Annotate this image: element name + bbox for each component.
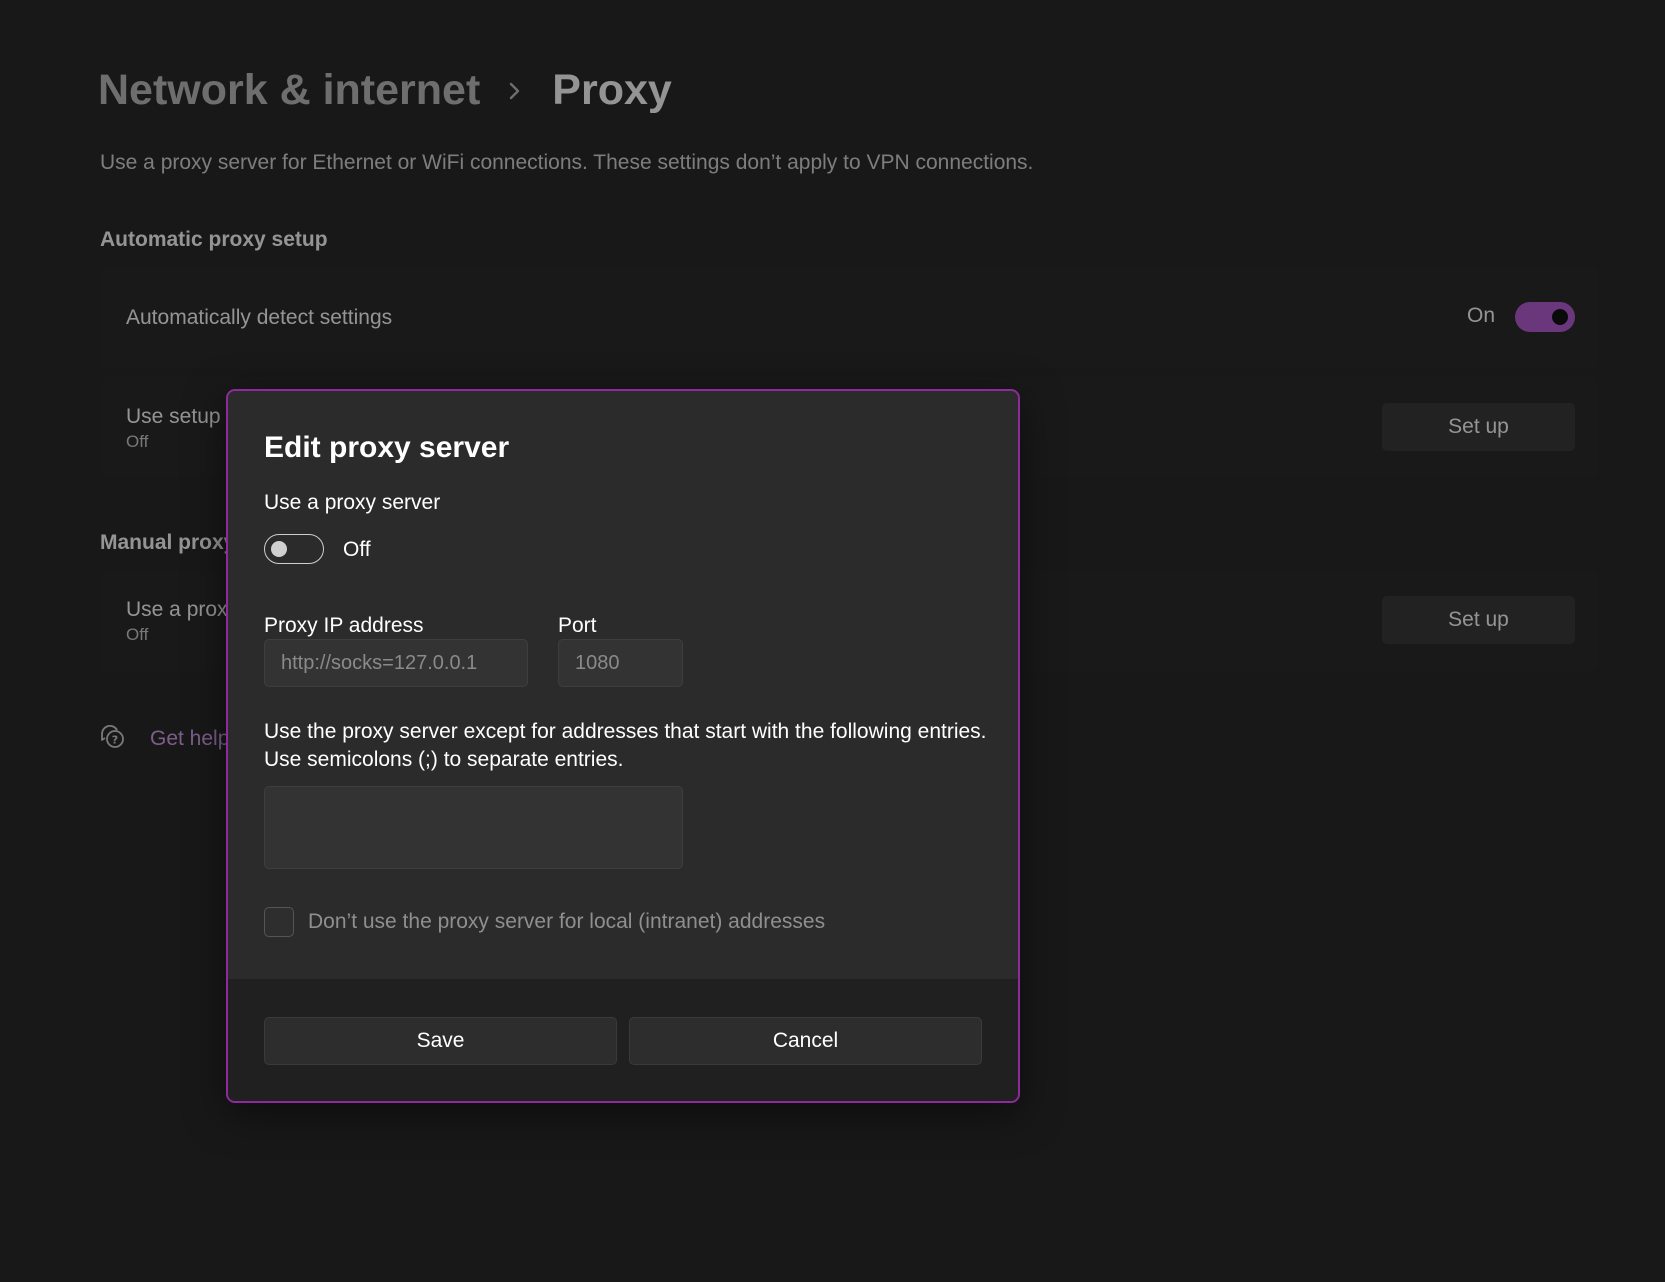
use-proxy-state: Off xyxy=(343,538,371,561)
dialog-title: Edit proxy server xyxy=(264,431,510,464)
page-description: Use a proxy server for Ethernet or WiFi … xyxy=(100,151,1034,174)
exceptions-description-line1: Use the proxy server except for addresse… xyxy=(264,720,987,743)
manual-proxy-title: Use a proxy xyxy=(126,598,239,621)
auto-detect-title: Automatically detect settings xyxy=(126,306,393,329)
auto-detect-state: On xyxy=(1466,304,1495,327)
manual-proxy-status: Off xyxy=(126,625,149,644)
use-proxy-label: Use a proxy server xyxy=(264,491,441,514)
chevron-right-icon xyxy=(508,81,522,101)
setup-script-title: Use setup s xyxy=(126,405,237,428)
section-title-manual: Manual proxy xyxy=(100,531,236,554)
exceptions-description-line2: Use semicolons (;) to separate entries. xyxy=(264,748,624,771)
exceptions-input[interactable] xyxy=(264,786,683,869)
use-proxy-toggle[interactable] xyxy=(264,534,324,564)
proxy-ip-input[interactable] xyxy=(264,639,528,687)
help-chat-icon: ? xyxy=(98,722,126,755)
svg-text:?: ? xyxy=(112,734,118,747)
get-help-label: Get help xyxy=(150,726,230,750)
auto-detect-card: Automatically detect settings On xyxy=(101,267,1598,368)
page-title: Proxy xyxy=(552,66,672,114)
toggle-knob xyxy=(1552,309,1568,325)
local-addresses-label: Don’t use the proxy server for local (in… xyxy=(308,910,826,933)
dialog-footer: Save Cancel xyxy=(228,979,1018,1101)
setup-script-button[interactable]: Set up xyxy=(1382,403,1575,451)
proxy-ip-label: Proxy IP address xyxy=(264,614,424,637)
manual-proxy-setup-button[interactable]: Set up xyxy=(1382,596,1575,644)
port-label: Port xyxy=(558,614,597,637)
toggle-knob xyxy=(271,541,287,557)
setup-script-status: Off xyxy=(126,432,149,451)
save-button[interactable]: Save xyxy=(264,1017,617,1065)
breadcrumb-network-internet[interactable]: Network & internet xyxy=(98,66,480,115)
get-help-link[interactable]: ? Get help xyxy=(98,722,229,755)
section-title-automatic: Automatic proxy setup xyxy=(100,228,328,251)
auto-detect-toggle[interactable] xyxy=(1515,302,1575,332)
breadcrumb: Network & internet Proxy xyxy=(98,66,672,115)
port-input[interactable] xyxy=(558,639,683,687)
cancel-button[interactable]: Cancel xyxy=(629,1017,982,1065)
edit-proxy-dialog: Edit proxy server Use a proxy server Off… xyxy=(226,389,1020,1103)
local-addresses-checkbox[interactable] xyxy=(264,907,294,937)
